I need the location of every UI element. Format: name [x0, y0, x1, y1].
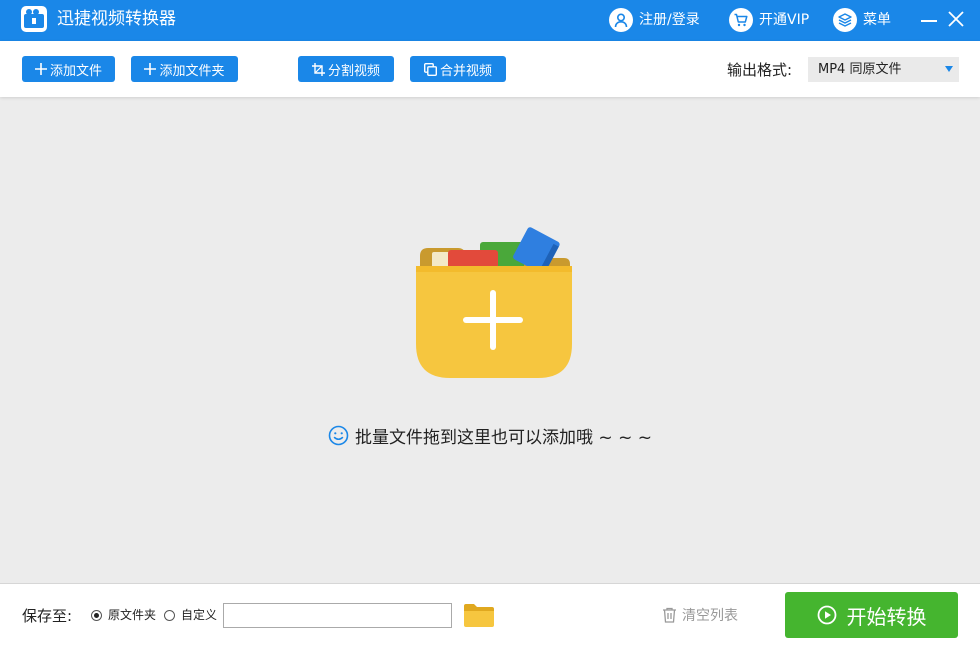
output-path-input[interactable] — [223, 603, 452, 628]
dropdown-arrow-icon — [945, 66, 953, 72]
radio-original-folder-dot[interactable] — [91, 609, 102, 621]
merge-video-label: 合并视频 — [439, 63, 492, 79]
radio-custom-label: 自定义 — [181, 608, 218, 622]
split-video-label: 分割视频 — [327, 63, 380, 79]
play-circle-icon — [817, 605, 837, 625]
plus-icon — [34, 63, 47, 75]
user-icon — [609, 8, 633, 32]
crop-icon — [311, 62, 325, 76]
radio-original-folder[interactable]: 原文件夹 — [91, 607, 156, 623]
title-bar: 迅捷视频转换器 注册/登录 开通VIP 菜单 — [0, 0, 980, 41]
layers-icon — [833, 8, 857, 32]
folder-icon[interactable] — [463, 603, 495, 628]
radio-original-folder-label: 原文件夹 — [108, 608, 157, 622]
radio-custom-dot[interactable] — [164, 609, 175, 621]
radio-custom[interactable]: 自定义 — [164, 607, 217, 623]
add-folder-icon[interactable] — [414, 226, 574, 388]
login-button[interactable]: 注册/登录 — [609, 7, 700, 33]
app-title: 迅捷视频转换器 — [57, 9, 176, 29]
vip-label: 开通VIP — [759, 12, 810, 28]
file-drop-zone[interactable]: 批量文件拖到这里也可以添加哦 ~ ~ ~ — [0, 97, 980, 583]
trash-icon — [662, 607, 677, 623]
drop-hint-text: 批量文件拖到这里也可以添加哦 ~ ~ ~ — [355, 427, 652, 448]
add-file-label: 添加文件 — [49, 63, 102, 79]
vip-button[interactable]: 开通VIP — [729, 7, 809, 33]
save-to-label: 保存至: — [22, 607, 73, 625]
clear-list-label: 清空列表 — [682, 608, 738, 624]
cart-icon — [729, 8, 753, 32]
merge-icon — [423, 62, 437, 76]
start-convert-button[interactable]: 开始转换 — [785, 592, 958, 638]
plus-icon — [144, 63, 157, 75]
bottom-bar: 保存至: 原文件夹 自定义 清空列表 开始转换 — [0, 583, 980, 647]
app-logo-icon — [21, 6, 47, 32]
clear-list-button[interactable]: 清空列表 — [662, 605, 738, 625]
close-icon[interactable] — [945, 8, 967, 30]
minimize-icon[interactable] — [921, 20, 937, 22]
smile-icon — [328, 425, 349, 450]
drop-hint: 批量文件拖到这里也可以添加哦 ~ ~ ~ — [0, 425, 980, 450]
split-video-button[interactable]: 分割视频 — [298, 56, 394, 82]
output-format-select[interactable]: MP4 同原文件 — [808, 57, 959, 82]
add-folder-label: 添加文件夹 — [159, 63, 225, 79]
merge-video-button[interactable]: 合并视频 — [410, 56, 506, 82]
output-format-value: MP4 同原文件 — [818, 62, 902, 77]
output-format-label: 输出格式: — [727, 61, 793, 79]
add-folder-button[interactable]: 添加文件夹 — [131, 56, 238, 82]
add-file-button[interactable]: 添加文件 — [22, 56, 115, 82]
menu-label: 菜单 — [863, 12, 891, 28]
login-label: 注册/登录 — [639, 12, 700, 28]
start-convert-label: 开始转换 — [846, 604, 927, 629]
menu-button[interactable]: 菜单 — [833, 7, 891, 33]
toolbar: 添加文件 添加文件夹 分割视频 合并视频 输出格式: MP4 同原文件 — [0, 41, 980, 97]
